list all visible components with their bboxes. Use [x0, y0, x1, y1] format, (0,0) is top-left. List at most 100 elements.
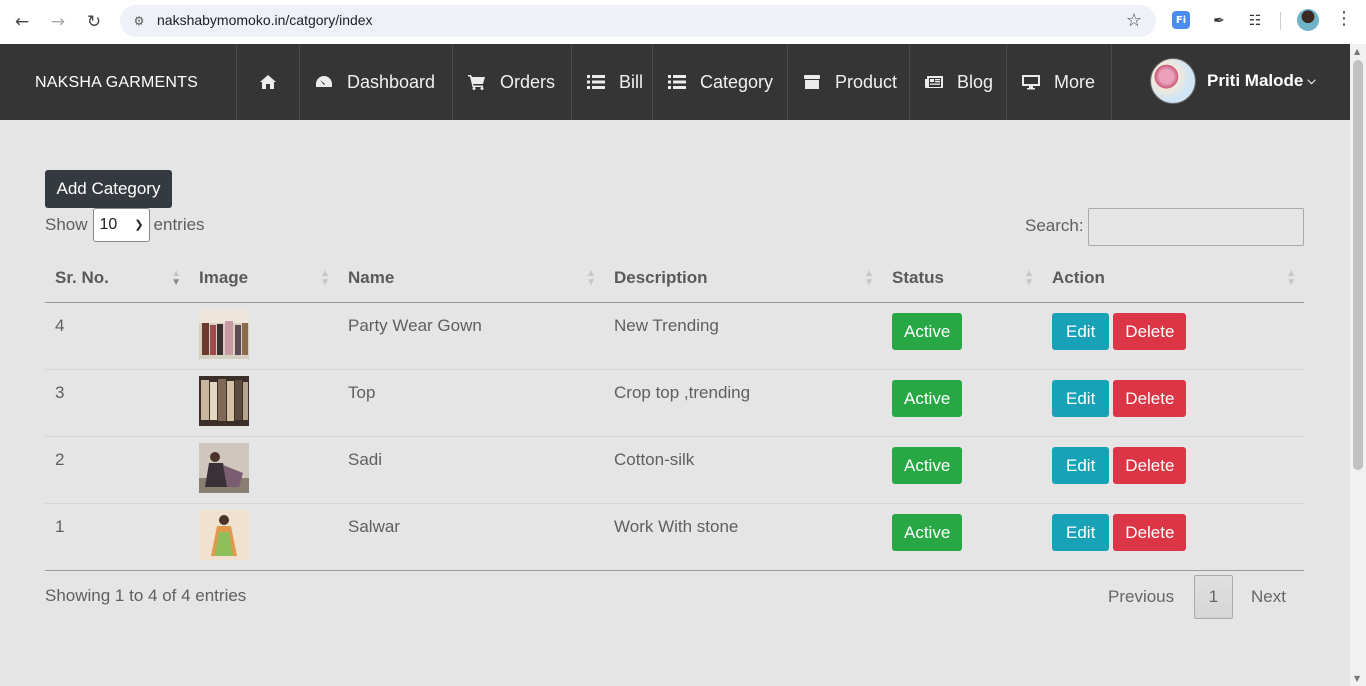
- edit-button[interactable]: Edit: [1052, 513, 1110, 551]
- edit-button[interactable]: Edit: [1052, 446, 1110, 484]
- user-name: Priti Malode: [1207, 71, 1304, 90]
- brand-title[interactable]: NAKSHA GARMENTS: [35, 74, 198, 92]
- status-badge[interactable]: Active: [892, 513, 963, 551]
- address-bar[interactable]: ⚙ nakshabymomoko.in/catgory/index ☆: [120, 5, 1156, 37]
- nav-orders[interactable]: Orders: [452, 44, 571, 120]
- cell-action: Edit Delete: [1042, 302, 1304, 370]
- column-header-image[interactable]: Image ▲ ▼: [189, 254, 338, 303]
- edit-button[interactable]: Edit: [1052, 312, 1110, 350]
- entries-length-control: Show 10 ❯ entries: [45, 208, 205, 242]
- nav-dashboard[interactable]: Dashboard: [299, 44, 452, 120]
- next-button[interactable]: Next: [1251, 575, 1286, 619]
- status-badge[interactable]: Active: [892, 446, 963, 484]
- dashboard-icon: [315, 74, 333, 90]
- user-menu[interactable]: Priti Malode ⌵: [1150, 58, 1316, 104]
- nav-home[interactable]: [236, 44, 299, 120]
- delete-button[interactable]: Delete: [1113, 446, 1187, 484]
- toolbar-divider: [1280, 12, 1281, 30]
- nav-dashboard-label: Dashboard: [347, 71, 436, 92]
- category-thumbnail: [199, 375, 249, 426]
- chevron-down-icon: ⌵: [1307, 74, 1316, 87]
- nav-category[interactable]: Category: [652, 44, 787, 120]
- delete-button[interactable]: Delete: [1113, 312, 1187, 350]
- column-header-action[interactable]: Action ▲ ▼: [1042, 254, 1304, 303]
- site-info-icon[interactable]: ⚙: [130, 12, 148, 30]
- cell-description: Work With stone: [604, 503, 882, 571]
- extensions-puzzle-icon[interactable]: ☷: [1244, 10, 1266, 32]
- column-header-name[interactable]: Name ▲ ▼: [338, 254, 604, 303]
- cell-action: Edit Delete: [1042, 436, 1304, 504]
- cell-image: [189, 503, 338, 571]
- search-input[interactable]: [1088, 208, 1304, 246]
- column-header-sr-no[interactable]: Sr. No. ▲ ▼: [45, 254, 189, 303]
- cell-status: Active: [882, 503, 1042, 571]
- nav-more-label: More: [1054, 71, 1096, 92]
- column-header-description[interactable]: Description ▲ ▼: [604, 254, 882, 303]
- cell-name: Salwar: [338, 503, 604, 571]
- cell-description: Crop top ,trending: [604, 369, 882, 437]
- browser-profile-avatar[interactable]: [1297, 9, 1319, 31]
- cell-image: [189, 302, 338, 370]
- fi-extension-icon[interactable]: Fi: [1172, 11, 1190, 29]
- url-text[interactable]: nakshabymomoko.in/catgory/index: [157, 12, 373, 28]
- delete-button[interactable]: Delete: [1113, 513, 1187, 551]
- browser-menu-icon[interactable]: ⋮: [1334, 8, 1354, 29]
- app-navbar: NAKSHA GARMENTS Dashboard Orders Bill Ca…: [0, 44, 1350, 120]
- scroll-up-icon[interactable]: ▲: [1354, 47, 1360, 56]
- status-badge[interactable]: Active: [892, 312, 963, 350]
- cell-action: Edit Delete: [1042, 369, 1304, 437]
- cell-sr-no: 2: [45, 436, 189, 504]
- table-header-row: Sr. No. ▲ ▼ Image ▲ ▼ Name ▲ ▼ Description ▲ ▼ S…: [45, 254, 1304, 303]
- cell-image: [189, 369, 338, 437]
- cell-image: [189, 436, 338, 504]
- page-scrollbar[interactable]: ▲ ▼: [1350, 44, 1366, 686]
- table-row: 2 Sadi Cotton-silk Active Edit Delete: [45, 436, 1304, 504]
- category-table: Sr. No. ▲ ▼ Image ▲ ▼ Name ▲ ▼ Description ▲ ▼ S…: [45, 254, 1304, 571]
- nav-orders-label: Orders: [500, 71, 556, 92]
- bookmark-star-icon[interactable]: ☆: [1126, 10, 1142, 31]
- status-badge[interactable]: Active: [892, 379, 963, 417]
- table-row: 4 Party Wear Gown New Trending Active Ed…: [45, 302, 1304, 370]
- list-icon: [668, 74, 686, 90]
- cell-name: Sadi: [338, 436, 604, 504]
- nav-more[interactable]: More: [1006, 44, 1112, 120]
- scrollbar-thumb[interactable]: [1353, 60, 1363, 470]
- reload-icon[interactable]: ↻: [80, 8, 108, 36]
- scroll-down-icon[interactable]: ▼: [1354, 674, 1360, 683]
- desktop-icon: [1022, 74, 1040, 90]
- nav-product[interactable]: Product: [787, 44, 909, 120]
- nav-bill[interactable]: Bill: [571, 44, 652, 120]
- cell-description: New Trending: [604, 302, 882, 370]
- cell-status: Active: [882, 436, 1042, 504]
- previous-button[interactable]: Previous: [1108, 575, 1174, 619]
- search-label: Search:: [1025, 216, 1084, 235]
- list-icon: [587, 74, 605, 90]
- cell-action: Edit Delete: [1042, 503, 1304, 571]
- newspaper-icon: [925, 74, 943, 90]
- column-header-status[interactable]: Status ▲ ▼: [882, 254, 1042, 303]
- nav-blog[interactable]: Blog: [909, 44, 1006, 120]
- sort-icon: ▲ ▼: [320, 268, 330, 288]
- add-category-button[interactable]: Add Category: [45, 170, 172, 208]
- cell-status: Active: [882, 369, 1042, 437]
- show-label: Show: [45, 215, 88, 234]
- entries-select[interactable]: 10 ❯: [92, 208, 150, 242]
- back-icon[interactable]: ←: [8, 8, 36, 36]
- nav-category-label: Category: [700, 71, 774, 92]
- eyedropper-icon[interactable]: ✒: [1208, 10, 1230, 32]
- forward-icon[interactable]: →: [44, 8, 72, 36]
- edit-button[interactable]: Edit: [1052, 379, 1110, 417]
- entries-label: entries: [153, 215, 205, 234]
- sort-icon: ▲ ▼: [171, 268, 181, 288]
- cell-status: Active: [882, 302, 1042, 370]
- cell-name: Top: [338, 369, 604, 437]
- box-icon: [803, 74, 821, 90]
- table-info: Showing 1 to 4 of 4 entries: [45, 586, 247, 605]
- page-button-current[interactable]: 1: [1194, 575, 1233, 619]
- cell-sr-no: 1: [45, 503, 189, 571]
- table-row: 1 Salwar Work With stone Active Edit Dele…: [45, 503, 1304, 571]
- home-icon: [259, 74, 277, 90]
- delete-button[interactable]: Delete: [1113, 379, 1187, 417]
- category-thumbnail: [199, 442, 249, 493]
- cell-sr-no: 3: [45, 369, 189, 437]
